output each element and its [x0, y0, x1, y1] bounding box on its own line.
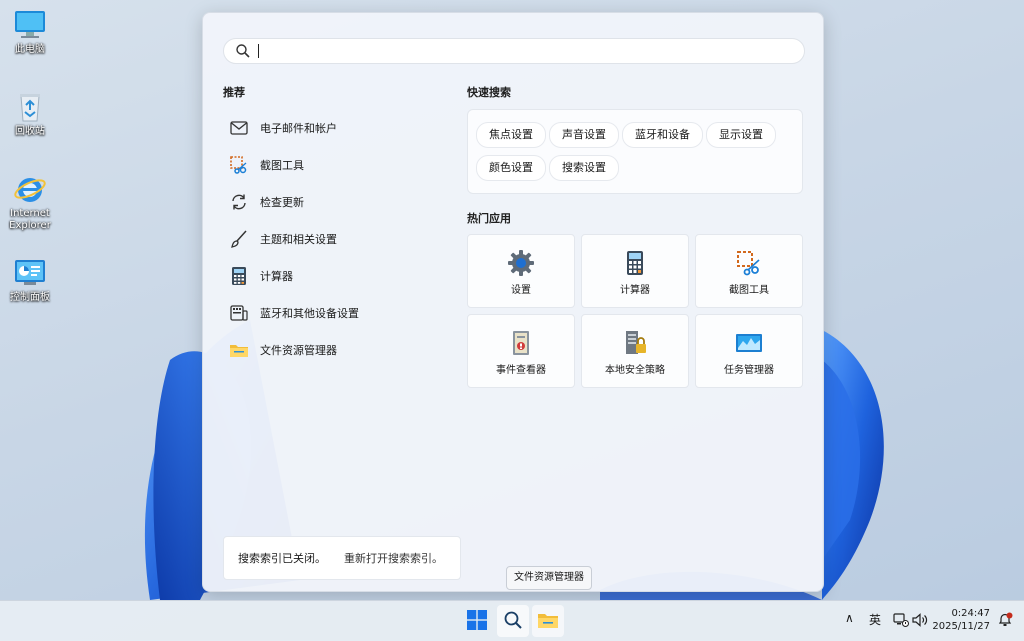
desktop-icon-label: 此电脑	[15, 44, 45, 55]
windows-logo-icon	[467, 609, 487, 633]
quick-search-chip[interactable]: 蓝牙和设备	[622, 122, 703, 148]
task-manager-icon	[735, 329, 763, 357]
taskbar-file-explorer-button[interactable]	[532, 605, 564, 637]
search-panel: 推荐 电子邮件和帐户 截图工具 检查更新 主题和相关设置 计算器 蓝牙和其他设备…	[202, 12, 824, 592]
mail-icon	[228, 117, 250, 139]
recommended-item-label: 文件资源管理器	[260, 343, 337, 357]
snipping-tool-icon	[228, 154, 250, 176]
recommended-item-bluetooth-devices[interactable]: 蓝牙和其他设备设置	[223, 294, 453, 331]
clock-date: 2025/11/27	[932, 621, 990, 632]
recommended-item-label: 蓝牙和其他设备设置	[260, 306, 359, 320]
clock[interactable]: 0:24:47 2025/11/27	[932, 607, 990, 633]
recommended-item-label: 截图工具	[260, 158, 304, 172]
app-tile-snipping-tool[interactable]: 截图工具	[695, 234, 803, 308]
search-icon	[503, 610, 523, 633]
search-icon	[235, 43, 251, 59]
quick-search-chip[interactable]: 显示设置	[706, 122, 776, 148]
notice-text: 搜索索引已关闭。	[238, 552, 326, 565]
folder-icon	[537, 611, 559, 632]
desktop-icon-control-panel[interactable]: 控制面板	[4, 256, 56, 304]
quick-search-box: 焦点设置 声音设置 蓝牙和设备 显示设置 颜色设置 搜索设置	[467, 109, 803, 194]
desktop-icon-internet-explorer[interactable]: Internet Explorer	[4, 172, 56, 232]
recommended-item-check-updates[interactable]: 检查更新	[223, 183, 453, 220]
top-apps-title: 热门应用	[467, 212, 511, 225]
desktop-icon-this-pc[interactable]: 此电脑	[4, 8, 56, 56]
desktop-icon-label: 控制面板	[10, 292, 50, 303]
recommended-item-label: 电子邮件和帐户	[260, 121, 337, 135]
search-input[interactable]	[258, 41, 788, 59]
quick-search-chip[interactable]: 声音设置	[549, 122, 619, 148]
quick-search-chip[interactable]: 搜索设置	[549, 155, 619, 181]
app-tile-label: 任务管理器	[724, 365, 774, 376]
recommended-item-snipping-tool[interactable]: 截图工具	[223, 146, 453, 183]
control-panel-icon	[12, 256, 48, 290]
folder-icon	[228, 339, 250, 361]
reenable-index-link[interactable]: 重新打开搜索索引。	[344, 550, 443, 566]
event-viewer-icon	[507, 329, 535, 357]
app-tile-task-manager[interactable]: 任务管理器	[695, 314, 803, 388]
app-tile-calculator[interactable]: 计算器	[581, 234, 689, 308]
search-box[interactable]	[223, 38, 805, 64]
recycle-bin-icon	[12, 90, 48, 124]
desktop-icon-label: Internet Explorer	[9, 208, 51, 231]
recommended-item-label: 主题和相关设置	[260, 232, 337, 246]
settings-gear-icon	[507, 249, 535, 277]
calculator-icon	[228, 265, 250, 287]
taskbar-tooltip: 文件资源管理器	[506, 566, 592, 590]
internet-explorer-icon	[12, 172, 48, 206]
app-tile-label: 本地安全策略	[605, 365, 665, 376]
start-button[interactable]	[461, 605, 493, 637]
app-tile-label: 事件查看器	[496, 365, 546, 376]
app-tile-settings[interactable]: 设置	[467, 234, 575, 308]
app-tile-label: 计算器	[620, 285, 650, 296]
recommended-item-label: 计算器	[260, 269, 293, 283]
desktop-icon-recycle-bin[interactable]: 回收站	[4, 90, 56, 138]
clock-time: 0:24:47	[951, 608, 990, 619]
recommended-item-email-accounts[interactable]: 电子邮件和帐户	[223, 109, 453, 146]
taskbar: ∧ 英 0:24:47 2025/11/27	[0, 600, 1024, 641]
app-tile-local-security-policy[interactable]: 本地安全策略	[581, 314, 689, 388]
input-method-indicator[interactable]: 英	[869, 611, 881, 628]
refresh-icon	[228, 191, 250, 213]
security-policy-icon	[621, 329, 649, 357]
app-tile-event-viewer[interactable]: 事件查看器	[467, 314, 575, 388]
computer-icon	[12, 8, 48, 42]
recommended-item-label: 检查更新	[260, 195, 304, 209]
brush-icon	[228, 228, 250, 250]
recommended-list: 电子邮件和帐户 截图工具 检查更新 主题和相关设置 计算器 蓝牙和其他设备设置 …	[223, 109, 453, 368]
recommended-item-themes[interactable]: 主题和相关设置	[223, 220, 453, 257]
quick-search-title: 快速搜索	[467, 86, 511, 99]
recommended-title: 推荐	[223, 86, 245, 99]
quick-search-chip[interactable]: 颜色设置	[476, 155, 546, 181]
network-icon[interactable]	[893, 613, 909, 630]
volume-icon[interactable]	[912, 613, 928, 630]
snipping-tool-icon	[735, 249, 763, 277]
taskbar-search-button[interactable]	[497, 605, 529, 637]
text-caret	[258, 44, 259, 58]
app-tile-label: 截图工具	[729, 285, 769, 296]
quick-search-chip[interactable]: 焦点设置	[476, 122, 546, 148]
recommended-item-file-explorer[interactable]: 文件资源管理器	[223, 331, 453, 368]
notification-icon[interactable]	[997, 612, 1013, 631]
devices-icon	[228, 302, 250, 324]
app-tile-label: 设置	[511, 285, 531, 296]
calculator-icon	[621, 249, 649, 277]
recommended-item-calculator[interactable]: 计算器	[223, 257, 453, 294]
show-hidden-icons-button[interactable]: ∧	[845, 611, 854, 625]
search-index-notice: 搜索索引已关闭。 重新打开搜索索引。	[223, 536, 461, 580]
desktop-icon-label: 回收站	[15, 126, 45, 137]
